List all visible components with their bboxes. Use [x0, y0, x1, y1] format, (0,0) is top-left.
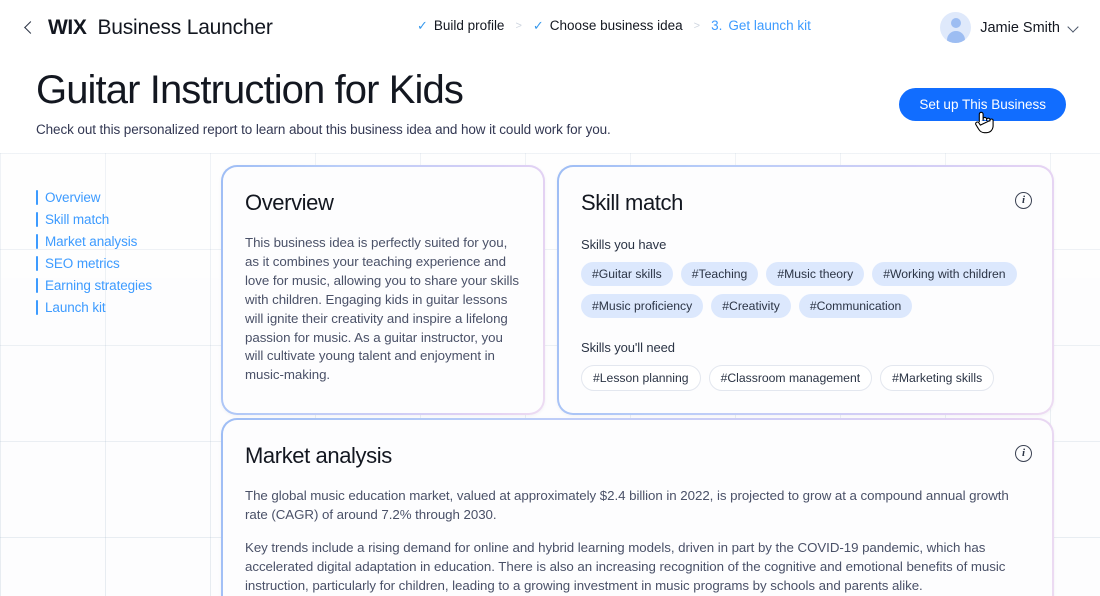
- step-number: 3.: [711, 18, 723, 33]
- skill-match-card: Skill match i Skills you have #Guitar sk…: [557, 165, 1054, 415]
- sidebar-item-overview[interactable]: Overview: [36, 186, 196, 208]
- sidebar-item-market-analysis[interactable]: Market analysis: [36, 230, 196, 252]
- skills-you-have-tags: #Guitar skills #Teaching #Music theory #…: [581, 262, 1030, 319]
- skill-match-card-content: Skill match i Skills you have #Guitar sk…: [559, 167, 1052, 411]
- market-analysis-title: Market analysis: [245, 443, 392, 468]
- step-build-profile[interactable]: ✓ Build profile: [417, 18, 504, 33]
- market-analysis-paragraph-2: Key trends include a rising demand for o…: [245, 539, 1006, 593]
- market-analysis-card: Market analysis i The global music educa…: [221, 418, 1054, 596]
- info-icon[interactable]: i: [1015, 445, 1032, 462]
- sidebar-item-label: SEO metrics: [45, 255, 120, 271]
- brand-home-link[interactable]: WIX Business Launcher: [22, 16, 273, 40]
- sidebar-item-seo-metrics[interactable]: SEO metrics: [36, 252, 196, 274]
- step-label: Choose business idea: [549, 18, 683, 33]
- check-icon: ✓: [417, 18, 428, 33]
- skills-you-need-label: Skills you'll need: [581, 340, 675, 356]
- step-choose-business-idea[interactable]: ✓ Choose business idea: [533, 18, 683, 33]
- skill-match-title: Skill match: [581, 190, 683, 215]
- sidebar-item-earning-strategies[interactable]: Earning strategies: [36, 274, 196, 296]
- skill-tag[interactable]: #Music theory: [766, 262, 865, 287]
- page-subtitle: Check out this personalized report to le…: [36, 122, 611, 137]
- skill-tag[interactable]: #Working with children: [872, 262, 1017, 287]
- skill-match-card-inner: Skill match i Skills you have #Guitar sk…: [559, 167, 1052, 413]
- skills-you-have-label: Skills you have: [581, 237, 667, 253]
- skill-tag[interactable]: #Guitar skills: [581, 262, 673, 287]
- sidebar-item-launch-kit[interactable]: Launch kit: [36, 296, 196, 318]
- nav-marker-icon: [36, 233, 38, 249]
- skill-tag[interactable]: #Teaching: [680, 262, 759, 287]
- skill-tag[interactable]: #Creativity: [711, 294, 791, 319]
- step-separator-icon: >: [515, 19, 522, 32]
- wix-logo: WIX: [48, 16, 87, 39]
- sidebar-item-label: Market analysis: [45, 233, 138, 249]
- hero-section: Guitar Instruction for Kids Check out th…: [0, 56, 1100, 153]
- overview-card-inner: Overview This business idea is perfectly…: [223, 167, 543, 413]
- sidebar-item-label: Skill match: [45, 211, 110, 227]
- sidebar-item-label: Launch kit: [45, 299, 106, 315]
- skill-tag[interactable]: #Classroom management: [708, 365, 873, 392]
- step-label: Get launch kit: [728, 18, 811, 33]
- overview-body: This business idea is perfectly suited f…: [245, 235, 519, 383]
- app-page: WIX Business Launcher ✓ Build profile > …: [0, 0, 1100, 596]
- step-get-launch-kit[interactable]: 3. Get launch kit: [711, 18, 811, 33]
- info-icon[interactable]: i: [1015, 192, 1032, 209]
- step-label: Build profile: [433, 18, 505, 33]
- user-menu[interactable]: Jamie Smith: [940, 12, 1078, 43]
- skills-you-need-tags: #Lesson planning #Classroom management #…: [581, 365, 1030, 392]
- overview-card-content: Overview This business idea is perfectly…: [223, 167, 543, 405]
- report-canvas: Overview Skill match Market analysis SEO…: [0, 153, 1100, 596]
- market-analysis-card-content: Market analysis i The global music educa…: [223, 420, 1052, 596]
- skill-tag[interactable]: #Lesson planning: [581, 365, 701, 392]
- overview-card: Overview This business idea is perfectly…: [221, 165, 545, 415]
- check-icon: ✓: [532, 18, 544, 33]
- user-name: Jamie Smith: [980, 19, 1060, 36]
- nav-marker-icon: [36, 255, 38, 271]
- sidebar-item-label: Overview: [45, 189, 101, 205]
- section-nav: Overview Skill match Market analysis SEO…: [36, 186, 196, 318]
- market-analysis-card-inner: Market analysis i The global music educa…: [223, 420, 1052, 596]
- sidebar-item-skill-match[interactable]: Skill match: [36, 208, 196, 230]
- nav-marker-icon: [36, 189, 38, 205]
- chevron-left-icon[interactable]: [22, 21, 36, 35]
- skill-tag[interactable]: #Marketing skills: [880, 365, 995, 392]
- nav-marker-icon: [36, 299, 38, 315]
- top-bar: WIX Business Launcher ✓ Build profile > …: [0, 0, 1100, 56]
- overview-title: Overview: [245, 190, 334, 215]
- progress-stepper: ✓ Build profile > ✓ Choose business idea…: [417, 18, 811, 33]
- sidebar-item-label: Earning strategies: [45, 277, 153, 293]
- nav-marker-icon: [36, 277, 38, 293]
- market-analysis-paragraph-1: The global music education market, value…: [245, 488, 1009, 523]
- app-title: Business Launcher: [97, 16, 273, 39]
- avatar: [940, 12, 972, 43]
- nav-marker-icon: [36, 211, 38, 227]
- chevron-down-icon[interactable]: [1069, 23, 1078, 32]
- step-separator-icon: >: [693, 19, 701, 32]
- skill-tag[interactable]: #Music proficiency: [581, 294, 704, 319]
- skill-tag[interactable]: #Communication: [798, 294, 913, 319]
- set-up-this-business-button[interactable]: Set up This Business: [899, 88, 1066, 121]
